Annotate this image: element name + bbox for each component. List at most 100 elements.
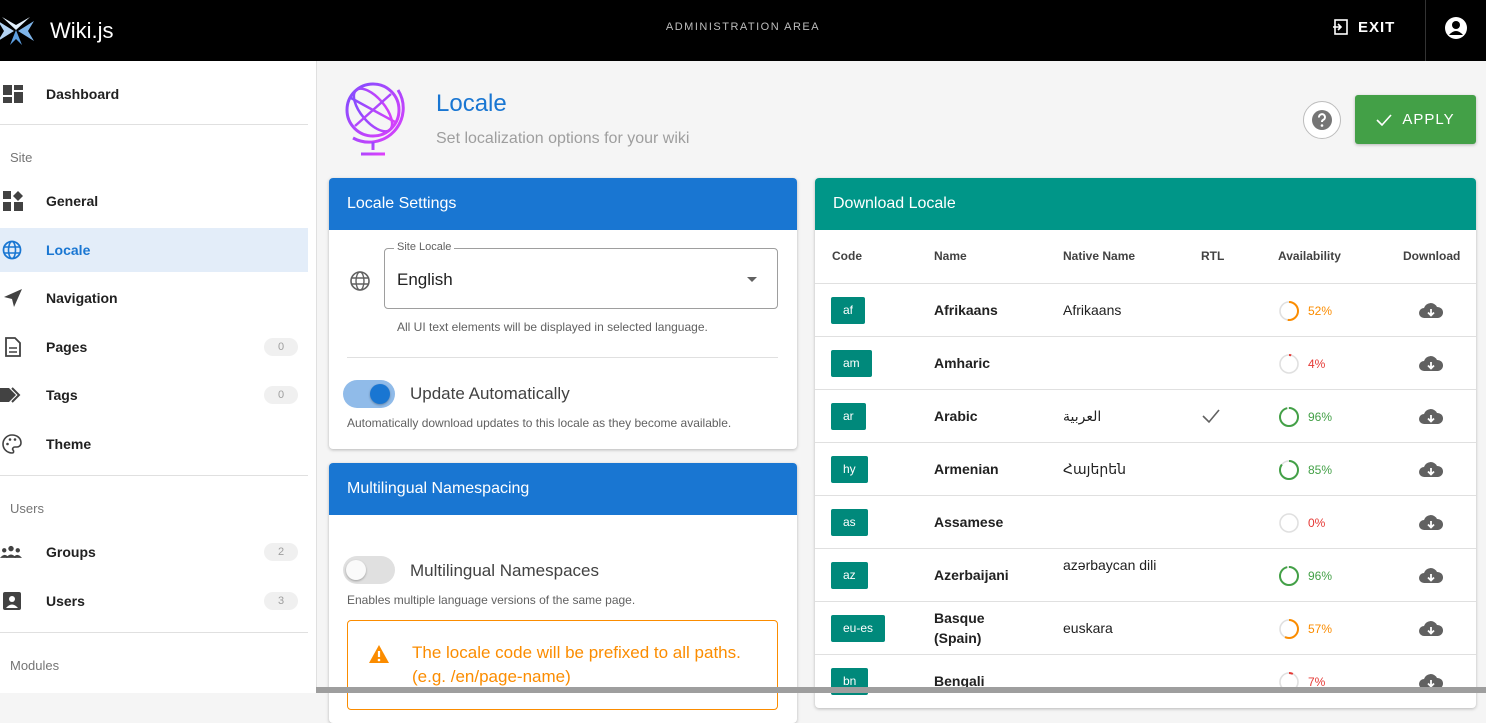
availability-percent: 85% (1308, 463, 1333, 477)
locale-settings-card: Locale Settings (329, 178, 797, 449)
exit-label: EXIT (1358, 18, 1396, 36)
locale-name: Arabic (934, 408, 978, 424)
namespacing-header: Multilingual Namespacing (329, 463, 797, 515)
column-header-name[interactable]: Name (934, 249, 967, 263)
cloud-download-icon[interactable] (1418, 300, 1444, 322)
availability-percent: 57% (1308, 622, 1333, 636)
cloud-download-icon[interactable] (1418, 512, 1444, 534)
availability-indicator: 52% (1278, 300, 1348, 322)
page-icon (2, 336, 24, 358)
help-icon (1312, 110, 1332, 130)
settings-divider (347, 357, 778, 358)
exit-icon (1333, 19, 1348, 35)
account-separator (1425, 0, 1426, 61)
column-header-native-name[interactable]: Native Name (1063, 249, 1135, 263)
sidebar-item-groups[interactable]: Groups 2 (0, 530, 308, 574)
sidebar-item-navigation[interactable]: Navigation (0, 276, 308, 320)
progress-ring-icon (1279, 407, 1299, 427)
availability-percent: 52% (1308, 304, 1333, 318)
warning-icon (369, 645, 389, 663)
cloud-download-icon[interactable] (1418, 618, 1444, 640)
availability-indicator: 57% (1278, 618, 1348, 640)
sidebar-item-tags[interactable]: Tags 0 (0, 373, 308, 417)
widgets-icon (2, 190, 24, 212)
site-locale-value: English (397, 270, 453, 289)
palette-icon (1, 433, 23, 455)
sidebar-item-label: Users (46, 593, 85, 609)
sidebar-item-theme[interactable]: Theme (0, 422, 308, 466)
locale-native-name: العربية (1063, 408, 1102, 424)
sidebar-item-general[interactable]: General (0, 179, 308, 223)
multilingual-namespaces-label: Multilingual Namespaces (410, 561, 599, 580)
sidebar-divider (0, 475, 308, 476)
availability-indicator: 0% (1278, 512, 1348, 534)
sidebar-item-label: Pages (46, 339, 88, 355)
dashboard-icon (2, 83, 24, 105)
column-header-code[interactable]: Code (832, 249, 862, 263)
locale-code-chip[interactable]: ar (831, 403, 866, 430)
sidebar-divider (0, 124, 308, 125)
tags-icon (0, 384, 22, 406)
locale-native-name: azərbaycan dili (1063, 557, 1157, 573)
table-row: az Azerbaijani azərbaycan dili 96% (815, 548, 1476, 602)
cloud-download-icon[interactable] (1418, 353, 1444, 375)
dropdown-arrow-icon (747, 277, 757, 282)
app-name: Wiki.js (50, 17, 114, 43)
table-row: bn Bengali 7% (815, 654, 1476, 708)
exit-button[interactable]: EXIT (1332, 12, 1395, 42)
locale-code-chip[interactable]: as (831, 509, 868, 536)
availability-indicator: 96% (1278, 565, 1348, 587)
column-header-rtl[interactable]: RTL (1201, 249, 1224, 263)
availability-percent: 96% (1308, 410, 1333, 424)
availability-indicator: 96% (1278, 406, 1348, 428)
cloud-download-icon[interactable] (1418, 406, 1444, 428)
apply-button[interactable]: APPLY (1355, 95, 1476, 144)
horizontal-scrollbar[interactable] (316, 687, 1486, 693)
rtl-check-icon (1202, 409, 1220, 424)
update-automatically-label: Update Automatically (410, 384, 570, 403)
brand[interactable]: Wiki.js (0, 0, 114, 61)
account-icon[interactable] (1440, 12, 1472, 44)
locale-code-chip[interactable]: af (831, 297, 866, 324)
progress-ring-icon (1279, 619, 1299, 639)
locale-code-chip[interactable]: am (831, 350, 872, 377)
availability-indicator: 4% (1278, 353, 1348, 375)
sidebar-item-locale[interactable]: Locale (0, 228, 308, 272)
locale-code-chip[interactable]: hy (831, 456, 868, 483)
page-title: Locale (436, 90, 507, 117)
toggle-knob (346, 560, 366, 580)
sidebar-item-users[interactable]: Users 3 (0, 579, 308, 623)
cloud-download-icon[interactable] (1418, 459, 1444, 481)
update-automatically-hint: Automatically download updates to this l… (347, 416, 732, 430)
sidebar-item-label: Navigation (46, 290, 118, 306)
locale-code-chip[interactable]: az (831, 562, 868, 589)
pages-count-badge: 0 (264, 338, 298, 356)
toggle-knob (370, 384, 390, 404)
user-box-icon (1, 590, 23, 612)
tags-count-badge: 0 (264, 386, 298, 404)
sidebar-divider (0, 632, 308, 633)
locale-code-chip[interactable]: eu-es (831, 615, 886, 642)
wikijs-logo-icon (0, 16, 34, 45)
locale-settings-header: Locale Settings (329, 178, 797, 230)
table-row: as Assamese 0% (815, 495, 1476, 549)
column-header-download[interactable]: Download (1403, 249, 1460, 263)
update-automatically-toggle[interactable] (343, 378, 395, 410)
warning-alert: The locale code will be prefixed to all … (347, 620, 778, 710)
column-header-availability[interactable]: Availability (1278, 249, 1341, 263)
locale-native-name: euskara (1063, 620, 1113, 636)
help-button[interactable] (1303, 101, 1341, 139)
sidebar-item-pages[interactable]: Pages 0 (0, 325, 308, 369)
multilingual-namespaces-toggle[interactable] (343, 554, 395, 586)
sidebar-item-dashboard[interactable]: Dashboard (0, 72, 308, 116)
locale-name: Assamese (934, 514, 1004, 530)
sidebar-item-label: General (46, 193, 99, 209)
cloud-download-icon[interactable] (1418, 565, 1444, 587)
availability-percent: 4% (1308, 357, 1326, 371)
locale-name: Amharic (934, 355, 991, 371)
progress-ring-icon (1279, 354, 1299, 374)
table-row: am Amharic 4% (815, 336, 1476, 390)
locale-name: Basque (Spain) (934, 610, 985, 646)
multilingual-namespaces-hint: Enables multiple language versions of th… (347, 593, 636, 607)
availability-indicator: 85% (1278, 459, 1348, 481)
